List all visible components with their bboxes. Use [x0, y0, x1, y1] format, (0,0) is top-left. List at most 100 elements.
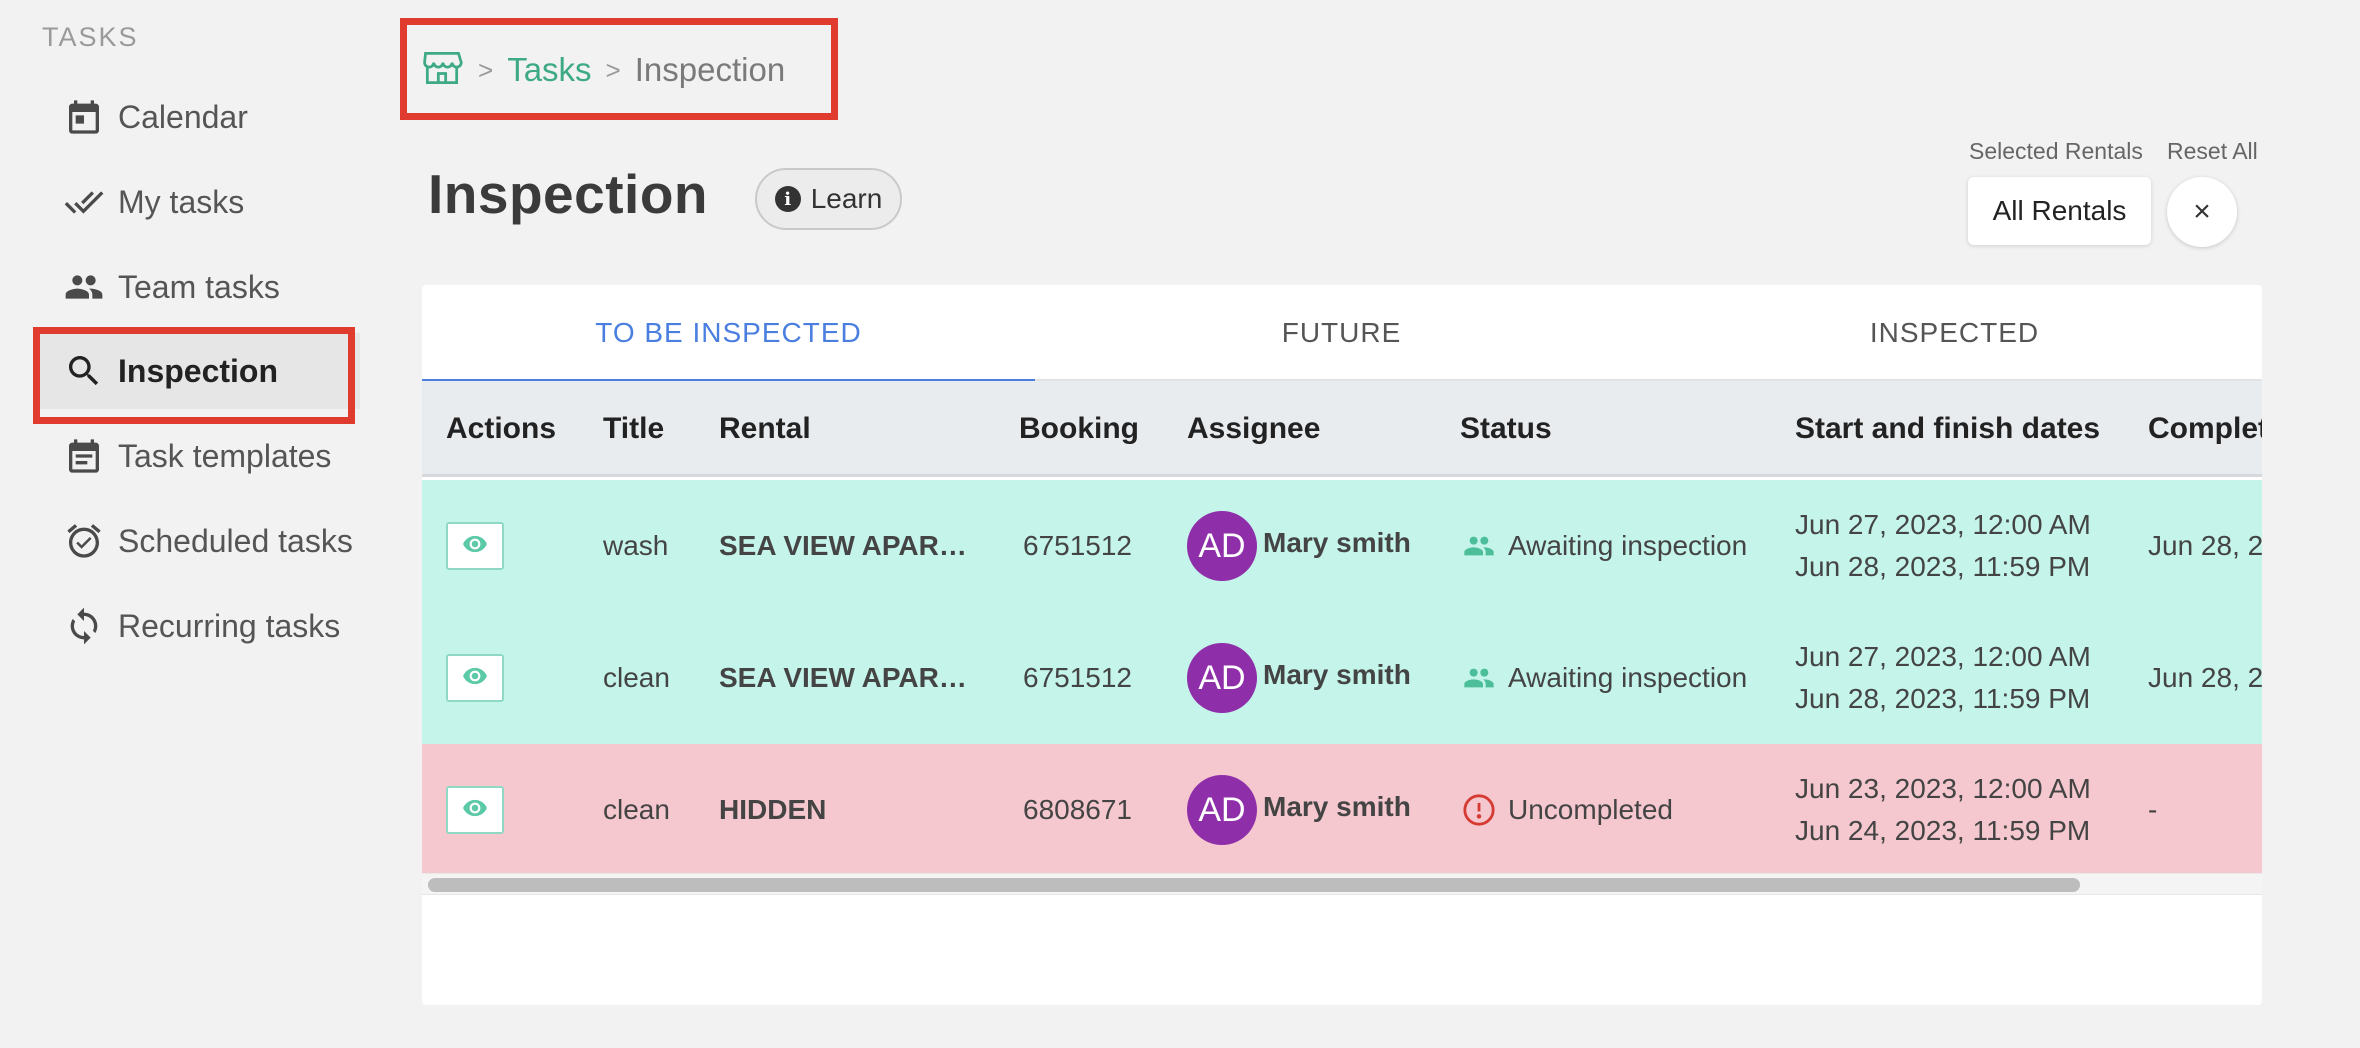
sidebar-item-task-templates[interactable]: Task templates	[40, 418, 360, 494]
cell-dates: Jun 27, 2023, 12:00 AM Jun 28, 2023, 11:…	[1795, 480, 2091, 612]
cell-status: Awaiting inspection	[1462, 612, 1747, 744]
cell-completed: Jun 28, 2	[2148, 662, 2262, 693]
sidebar-item-label: Scheduled tasks	[118, 522, 353, 559]
page-title: Inspection	[428, 163, 709, 225]
column-header-completed[interactable]: Complet	[2148, 381, 2262, 477]
column-header-rental[interactable]: Rental	[719, 381, 811, 477]
scrollbar-thumb[interactable]	[428, 878, 2080, 892]
cell-rental: SEA VIEW APAR…	[719, 530, 967, 561]
column-header-status[interactable]: Status	[1460, 381, 1552, 477]
cell-title: clean	[603, 662, 670, 693]
recurring-icon	[62, 604, 106, 648]
double-check-icon	[62, 180, 106, 224]
reset-all-label: Reset All	[2167, 138, 2258, 164]
cell-booking: 6808671	[1023, 794, 1133, 825]
sidebar-item-recurring-tasks[interactable]: Recurring tasks	[40, 588, 360, 664]
tab-bar: TO BE INSPECTED FUTURE INSPECTED	[422, 285, 2262, 383]
view-button[interactable]	[446, 654, 504, 702]
column-header-actions: Actions	[446, 412, 557, 445]
avatar: AD	[1187, 643, 1257, 713]
sidebar-item-inspection[interactable]: Inspection	[40, 333, 360, 409]
finish-date: Jun 28, 2023, 11:59 PM	[1795, 551, 2091, 582]
sidebar-item-label: Team tasks	[118, 268, 280, 305]
cell-title: wash	[603, 530, 669, 561]
sidebar-item-label: Task templates	[118, 437, 332, 474]
storefront-icon[interactable]	[420, 46, 464, 95]
cell-rental: HIDDEN	[719, 794, 827, 825]
selected-rentals-label: Selected Rentals	[1969, 138, 2143, 164]
people-icon	[1462, 529, 1496, 563]
table-row[interactable]: clean HIDDEN 6808671 AD Mary smith Uncom…	[422, 744, 2262, 876]
sidebar-item-label: Recurring tasks	[118, 607, 341, 644]
status-text: Uncompleted	[1508, 794, 1673, 825]
learn-button-label: Learn	[810, 183, 883, 214]
breadcrumb-separator: >	[478, 54, 494, 85]
sidebar-heading: TASKS	[42, 22, 139, 52]
alarm-icon	[62, 519, 106, 563]
cell-assignee: AD Mary smith	[1187, 744, 1411, 876]
finish-date: Jun 28, 2023, 11:59 PM	[1795, 683, 2091, 714]
sidebar-item-label: Calendar	[118, 98, 248, 135]
calendar-icon	[62, 95, 106, 139]
sidebar-item-label: My tasks	[118, 183, 245, 220]
table-row[interactable]: wash SEA VIEW APAR… 6751512 AD Mary smit…	[422, 480, 2262, 612]
status-text: Awaiting inspection	[1508, 530, 1748, 561]
cell-completed: Jun 28, 2	[2148, 530, 2262, 561]
start-date: Jun 27, 2023, 12:00 AM	[1795, 641, 2091, 672]
horizontal-scrollbar[interactable]	[422, 873, 2262, 895]
info-icon: i	[774, 186, 801, 212]
sidebar-item-team-tasks[interactable]: Team tasks	[40, 249, 360, 325]
column-header-dates[interactable]: Start and finish dates	[1795, 381, 2100, 477]
tab-future[interactable]: FUTURE	[1035, 285, 1648, 381]
start-date: Jun 23, 2023, 12:00 AM	[1795, 773, 2091, 804]
status-text: Awaiting inspection	[1508, 662, 1748, 693]
breadcrumb-current: Inspection	[634, 51, 786, 88]
learn-button[interactable]: i Learn	[755, 168, 902, 230]
view-button[interactable]	[446, 522, 504, 570]
cell-rental: SEA VIEW APAR…	[719, 662, 967, 693]
column-header-booking[interactable]: Booking	[1019, 381, 1139, 477]
rentals-select-button[interactable]: All Rentals	[1968, 177, 2151, 245]
cell-title: clean	[603, 794, 670, 825]
view-button[interactable]	[446, 786, 504, 834]
sidebar: TASKS Calendar My tasks Team tasks Inspe…	[0, 0, 360, 1048]
cell-assignee: AD Mary smith	[1187, 480, 1411, 612]
eye-icon	[462, 663, 488, 694]
table-header: Actions Title Rental Booking Assignee St…	[422, 381, 2262, 477]
assignee-name: Mary smith	[1263, 659, 1411, 690]
breadcrumb-separator: >	[605, 54, 621, 85]
table-row[interactable]: clean SEA VIEW APAR… 6751512 AD Mary smi…	[422, 612, 2262, 744]
reset-all-button[interactable]: ×	[2167, 177, 2237, 247]
eye-icon	[462, 531, 488, 562]
cell-dates: Jun 27, 2023, 12:00 AM Jun 28, 2023, 11:…	[1795, 612, 2091, 744]
sidebar-item-my-tasks[interactable]: My tasks	[40, 164, 360, 240]
search-icon	[62, 349, 106, 393]
cell-booking: 6751512	[1023, 530, 1133, 561]
cell-completed: -	[2148, 794, 2158, 825]
avatar: AD	[1187, 775, 1257, 845]
assignee-name: Mary smith	[1263, 527, 1411, 558]
column-header-assignee[interactable]: Assignee	[1187, 381, 1320, 477]
sidebar-item-calendar[interactable]: Calendar	[40, 79, 360, 155]
column-header-title[interactable]: Title	[603, 381, 664, 477]
inspection-card: TO BE INSPECTED FUTURE INSPECTED Actions…	[422, 285, 2262, 1005]
assignee-name: Mary smith	[1263, 791, 1411, 822]
breadcrumb: > Tasks > Inspection	[420, 38, 785, 102]
cell-status: Uncompleted	[1462, 744, 1673, 876]
sidebar-item-scheduled-tasks[interactable]: Scheduled tasks	[40, 503, 360, 579]
cell-assignee: AD Mary smith	[1187, 612, 1411, 744]
people-icon	[1462, 661, 1496, 695]
tab-inspected[interactable]: INSPECTED	[1648, 285, 2261, 381]
cell-booking: 6751512	[1023, 662, 1133, 693]
finish-date: Jun 24, 2023, 11:59 PM	[1795, 815, 2091, 846]
breadcrumb-link-tasks[interactable]: Tasks	[507, 51, 591, 89]
cell-status: Awaiting inspection	[1462, 480, 1747, 612]
template-icon	[62, 434, 106, 478]
sidebar-item-label: Inspection	[118, 352, 279, 389]
start-date: Jun 27, 2023, 12:00 AM	[1795, 509, 2091, 540]
eye-icon	[462, 795, 488, 826]
tab-to-be-inspected[interactable]: TO BE INSPECTED	[422, 285, 1035, 383]
people-icon	[62, 265, 106, 309]
alert-circle-icon	[1462, 793, 1496, 827]
cell-dates: Jun 23, 2023, 12:00 AM Jun 24, 2023, 11:…	[1795, 744, 2091, 876]
